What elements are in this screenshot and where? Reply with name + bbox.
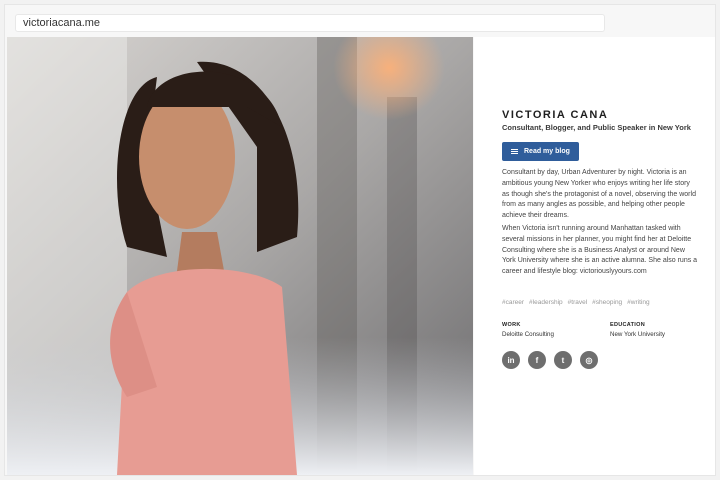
- menu-lines-icon: [511, 147, 518, 156]
- work-value: Deloitte Consulting: [502, 331, 554, 338]
- read-my-blog-label: Read my blog: [524, 148, 570, 155]
- work-info: WORK Deloitte Consulting: [502, 321, 554, 339]
- linkedin-icon[interactable]: in: [502, 351, 520, 369]
- social-links: in f t ◎: [502, 351, 598, 369]
- bio-paragraph-2: When Victoria isn't running around Manha…: [502, 225, 698, 276]
- bio-paragraph-1: Consultant by day, Urban Adventurer by n…: [502, 169, 696, 220]
- education-info: EDUCATION New York University: [610, 321, 665, 339]
- read-my-blog-button[interactable]: Read my blog: [502, 142, 579, 161]
- education-value: New York University: [610, 331, 666, 338]
- twitter-icon[interactable]: t: [554, 351, 572, 369]
- tag-sheoping[interactable]: #sheoping: [592, 299, 622, 306]
- profile-photo-graphic: [7, 37, 473, 475]
- browser-window: victoriacana.me VICTORIA CANA Consultant…: [4, 4, 716, 476]
- profile-photo: [7, 37, 473, 475]
- profile-name: VICTORIA CANA: [502, 109, 609, 121]
- profile-panel: VICTORIA CANA Consultant, Blogger, and P…: [474, 37, 715, 475]
- address-bar[interactable]: victoriacana.me: [15, 14, 605, 32]
- work-label: WORK: [502, 322, 521, 328]
- profile-tagline: Consultant, Blogger, and Public Speaker …: [502, 123, 691, 132]
- education-label: EDUCATION: [610, 322, 645, 328]
- tag-career[interactable]: #career: [502, 299, 524, 306]
- facebook-icon[interactable]: f: [528, 351, 546, 369]
- tag-list: #career #leadership #travel #sheoping #w…: [502, 299, 650, 306]
- tag-leadership[interactable]: #leadership: [529, 299, 563, 306]
- tag-writing[interactable]: #writing: [627, 299, 649, 306]
- tag-travel[interactable]: #travel: [568, 299, 588, 306]
- instagram-icon[interactable]: ◎: [580, 351, 598, 369]
